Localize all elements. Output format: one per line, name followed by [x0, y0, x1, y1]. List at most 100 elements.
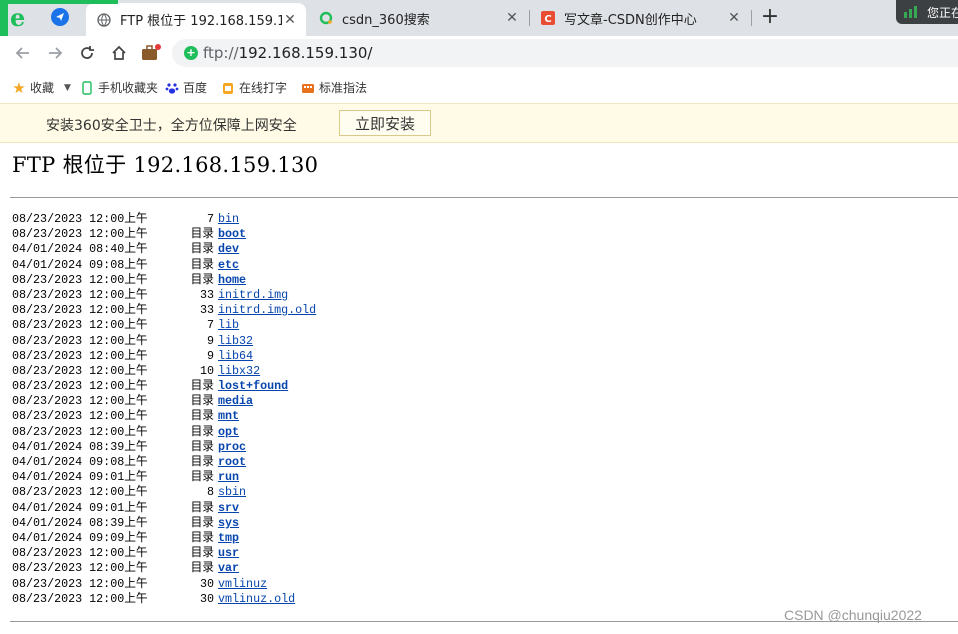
directory-link[interactable]: usr: [218, 546, 239, 560]
entry-type: 目录: [190, 379, 214, 394]
notification-badge[interactable]: 您正在: [896, 0, 958, 24]
tab-csdn-write[interactable]: C 写文章-CSDN创作中心 ✕: [530, 3, 750, 33]
entry-date: 08/23/2023 12:00上午: [12, 348, 148, 363]
table-row: 08/23/2023 12:00上午 目录 home: [12, 273, 316, 288]
entry-date: 04/01/2024 08:40上午: [12, 242, 148, 257]
directory-link[interactable]: media: [218, 394, 253, 408]
directory-link[interactable]: mnt: [218, 409, 239, 423]
file-link[interactable]: lib32: [218, 334, 253, 348]
entry-type: 目录: [190, 394, 214, 409]
entry-type: 目录: [190, 439, 214, 454]
file-link[interactable]: initrd.img.old: [218, 303, 316, 317]
entry-size: 30: [199, 576, 214, 591]
reload-button[interactable]: [74, 40, 100, 66]
entry-size: 30: [199, 591, 214, 606]
table-row: 08/23/2023 12:00上午 30 vmlinuz.old: [12, 592, 316, 607]
directory-link[interactable]: opt: [218, 425, 239, 439]
entry-size: 33: [199, 303, 214, 318]
tab-strip: e FTP 根位于 192.168.159.130 ✕ csdn_360搜索 ✕…: [0, 0, 958, 36]
entry-size: 9: [206, 333, 214, 348]
entry-date: 08/23/2023 12:00上午: [12, 333, 148, 348]
file-link[interactable]: vmlinuz: [218, 577, 267, 591]
directory-link[interactable]: proc: [218, 440, 246, 454]
close-tab-icon[interactable]: ✕: [282, 12, 298, 28]
install-now-button[interactable]: 立即安装: [339, 110, 431, 136]
baidu-paw-icon: [165, 81, 179, 95]
file-link[interactable]: lib: [218, 318, 239, 332]
entry-date: 08/23/2023 12:00上午: [12, 561, 148, 576]
send-icon[interactable]: [51, 8, 69, 26]
directory-link[interactable]: srv: [218, 501, 239, 515]
table-row: 08/23/2023 12:00上午 8 sbin: [12, 485, 316, 500]
browser-toolbar: + ftp://192.168.159.130/: [0, 36, 958, 70]
phone-icon: [80, 80, 94, 95]
reload-icon: [81, 46, 94, 59]
close-tab-icon[interactable]: ✕: [504, 10, 520, 26]
tab-360-search[interactable]: csdn_360搜索 ✕: [308, 3, 528, 33]
signal-bars-icon: [904, 6, 919, 18]
briefcase-icon: [142, 44, 161, 60]
directory-link[interactable]: tmp: [218, 531, 239, 545]
tab-ftp[interactable]: FTP 根位于 192.168.159.130 ✕: [86, 3, 306, 36]
page-title: FTP 根位于 192.168.159.130: [12, 153, 319, 177]
back-button[interactable]: [10, 40, 36, 66]
file-link[interactable]: bin: [218, 212, 239, 226]
table-row: 08/23/2023 12:00上午 目录 boot: [12, 227, 316, 242]
bookmark-mobile[interactable]: 手机收藏夹: [80, 79, 158, 96]
table-row: 04/01/2024 09:08上午 目录 root: [12, 455, 316, 470]
entry-type: 目录: [190, 272, 214, 287]
table-row: 08/23/2023 12:00上午 目录 var: [12, 561, 316, 576]
directory-link[interactable]: home: [218, 273, 246, 287]
chevron-down-icon[interactable]: ▼: [64, 83, 71, 93]
home-button[interactable]: [106, 40, 132, 66]
table-row: 08/23/2023 12:00上午 目录 usr: [12, 546, 316, 561]
watermark: CSDN @chunqiu2022: [784, 607, 922, 623]
bookmark-baidu[interactable]: 百度: [165, 79, 207, 96]
table-row: 04/01/2024 08:39上午 目录 proc: [12, 440, 316, 455]
table-row: 04/01/2024 09:09上午 目录 tmp: [12, 531, 316, 546]
new-tab-button[interactable]: +: [760, 4, 780, 30]
directory-link[interactable]: boot: [218, 227, 246, 241]
file-link[interactable]: sbin: [218, 485, 246, 499]
bookmark-favorites[interactable]: ★ 收藏 ▼: [12, 79, 71, 97]
table-row: 08/23/2023 12:00上午 33 initrd.img: [12, 288, 316, 303]
typing-icon: [221, 81, 235, 95]
file-link[interactable]: initrd.img: [218, 288, 288, 302]
entry-type: 目录: [190, 515, 214, 530]
entry-date: 08/23/2023 12:00上午: [12, 576, 148, 591]
close-tab-icon[interactable]: ✕: [726, 10, 742, 26]
entry-type: 目录: [190, 546, 214, 561]
entry-type: 目录: [190, 470, 214, 485]
entry-size: 7: [206, 212, 214, 226]
file-link[interactable]: libx32: [218, 364, 260, 378]
table-row: 08/23/2023 12:00上午 9 lib32: [12, 334, 316, 349]
address-bar[interactable]: + ftp://192.168.159.130/: [172, 39, 958, 67]
tab-title: 写文章-CSDN创作中心: [564, 12, 697, 28]
directory-link[interactable]: etc: [218, 258, 239, 272]
bookmark-label: 手机收藏夹: [98, 81, 159, 95]
entry-type: 目录: [190, 500, 214, 515]
file-link[interactable]: lib64: [218, 349, 253, 363]
directory-listing: 08/23/2023 12:00上午 7 bin 08/23/2023 12:00上午…: [12, 212, 316, 607]
table-row: 08/23/2023 12:00上午 30 vmlinuz: [12, 577, 316, 592]
bookmark-fingering[interactable]: 标准指法: [301, 79, 367, 96]
arrow-right-icon: [49, 47, 63, 59]
svg-text:C: C: [544, 14, 551, 25]
install-infobar: 安装360安全卫士，全方位保障上网安全 立即安装: [0, 103, 958, 143]
entry-date: 08/23/2023 12:00上午: [12, 272, 148, 287]
browser-logo-icon[interactable]: e: [10, 6, 34, 30]
360-search-icon: [318, 10, 334, 26]
entry-date: 08/23/2023 12:00上午: [12, 485, 148, 500]
bookmark-label: 收藏: [30, 81, 55, 95]
directory-link[interactable]: lost+found: [218, 379, 288, 393]
directory-link[interactable]: run: [218, 470, 239, 484]
directory-link[interactable]: dev: [218, 242, 239, 256]
forward-button[interactable]: [42, 40, 68, 66]
file-link[interactable]: vmlinuz.old: [218, 592, 295, 606]
directory-link[interactable]: root: [218, 455, 246, 469]
directory-link[interactable]: var: [218, 561, 239, 575]
directory-link[interactable]: sys: [218, 516, 239, 530]
bookmark-typing[interactable]: 在线打字: [221, 79, 287, 96]
entry-date: 04/01/2024 09:08上午: [12, 455, 148, 469]
toolbox-button[interactable]: [138, 40, 164, 66]
